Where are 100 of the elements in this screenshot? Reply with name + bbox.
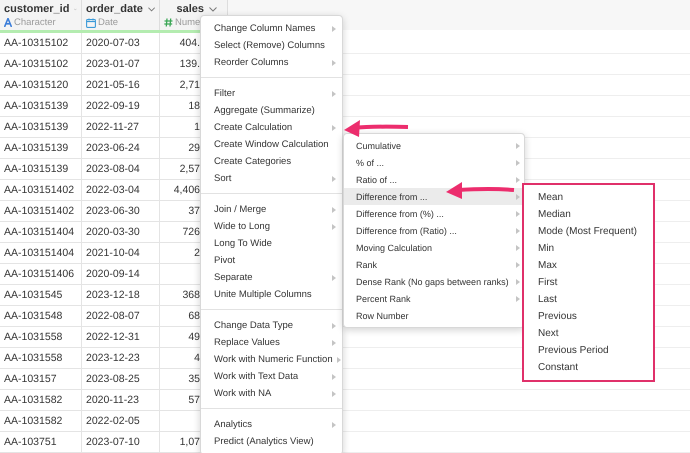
table-cell: 2,71 — [180, 79, 200, 91]
menu-item[interactable]: Median — [524, 206, 653, 223]
chevron-right-icon — [516, 244, 520, 250]
menu-item[interactable]: Unite Multiple Columns — [201, 286, 342, 303]
menu-item[interactable]: Cumulative — [344, 137, 524, 154]
calendar-icon — [86, 18, 96, 28]
table-cell: 2022-12-31 — [86, 331, 140, 343]
table-cell: 2023-06-30 — [86, 205, 140, 217]
chevron-right-icon — [516, 278, 520, 284]
menu-item[interactable]: First — [524, 274, 653, 291]
menu-item[interactable]: Separate — [201, 269, 342, 286]
menu-item[interactable]: Create Window Calculation — [201, 136, 342, 153]
table-cell: AA-1031558 — [4, 352, 62, 364]
menu-item[interactable]: Aggregate (Summarize) — [201, 102, 342, 119]
table-cell: 2023-12-23 — [86, 352, 140, 364]
menu-item[interactable]: Difference from (%) ... — [344, 205, 524, 222]
table-cell: AA-103151402 — [4, 184, 74, 196]
menu-item[interactable]: Next — [524, 325, 653, 342]
column-type: Character — [14, 17, 56, 28]
chevron-down-icon[interactable] — [148, 6, 155, 12]
table-cell: AA-103151406 — [4, 268, 74, 280]
menu-item[interactable]: Sort — [201, 170, 342, 187]
menu-item[interactable]: Difference from (Ratio) ... — [344, 222, 524, 239]
menu-item[interactable]: Constant — [524, 359, 653, 376]
menu-item[interactable]: Previous — [524, 308, 653, 325]
table-cell: AA-10315139 — [4, 121, 68, 133]
menu-item[interactable]: Join / Merge — [201, 201, 342, 218]
chevron-right-icon — [516, 160, 520, 166]
table-cell: 2022-03-04 — [86, 184, 140, 196]
table-cell: 35 — [188, 373, 200, 385]
menu-item[interactable]: Create Categories — [201, 153, 342, 170]
table-cell: AA-10315102 — [4, 37, 68, 49]
table-cell: AA-103751 — [4, 436, 57, 448]
chevron-right-icon — [516, 142, 520, 148]
column-name[interactable]: sales — [176, 3, 204, 15]
column-name[interactable]: customer_id — [4, 3, 70, 15]
table-cell: 368 — [182, 289, 200, 301]
table-cell: 2020-03-30 — [86, 226, 140, 238]
menu-item[interactable]: Create Calculation — [201, 119, 342, 136]
table-cell: 2020-11-23 — [86, 394, 139, 406]
table-cell: 2020-09-14 — [86, 268, 140, 280]
chevron-right-icon — [332, 176, 336, 182]
table-cell: 57 — [188, 394, 200, 406]
chevron-down-icon[interactable] — [209, 6, 217, 12]
menu-item[interactable]: Previous Period — [524, 342, 653, 359]
menu-item[interactable]: Work with NA — [201, 385, 342, 402]
chevron-right-icon — [516, 194, 520, 200]
chevron-right-icon — [332, 274, 336, 280]
chevron-right-icon — [332, 322, 336, 328]
table-cell: 2,57 — [180, 163, 200, 175]
pointer-arrow — [446, 182, 514, 199]
menu-item[interactable]: Rank — [344, 256, 524, 273]
column-type: Date — [98, 17, 118, 28]
menu-item[interactable]: Predict (Analytics View) — [201, 433, 342, 450]
table-cell: AA-1031548 — [4, 310, 62, 322]
table-cell: 2022-09-19 — [86, 100, 140, 112]
menu-item[interactable]: Analytics — [201, 416, 342, 433]
table-cell: AA-10315102 — [4, 58, 68, 70]
chevron-right-icon — [332, 90, 336, 96]
table-cell: 726 — [182, 226, 200, 238]
chevron-right-icon — [332, 206, 336, 212]
menu-item[interactable]: Wide to Long — [201, 218, 342, 235]
chevron-right-icon — [516, 210, 520, 216]
menu-item[interactable]: Last — [524, 291, 653, 308]
table-cell: 2023-08-04 — [86, 163, 140, 175]
menu-item[interactable]: Mode (Most Frequent) — [524, 223, 653, 240]
menu-item[interactable]: % of ... — [344, 154, 524, 171]
menu-item[interactable]: Row Number — [344, 307, 524, 324]
menu-item[interactable]: Select (Remove) Columns — [201, 37, 342, 54]
menu-item[interactable]: Pivot — [201, 252, 342, 269]
chevron-right-icon — [332, 60, 336, 66]
table-cell: 2022-11-27 — [86, 121, 139, 133]
menu-item[interactable]: Moving Calculation — [344, 239, 524, 256]
chevron-right-icon — [516, 176, 520, 182]
chevron-right-icon — [332, 124, 336, 130]
chevron-right-icon — [332, 26, 336, 32]
table-cell: 2023-12-18 — [86, 289, 140, 301]
chevron-right-icon — [332, 224, 336, 230]
table-cell: 2022-02-05 — [86, 415, 140, 427]
menu-item[interactable]: Mean — [524, 189, 653, 206]
menu-item[interactable]: Ratio of ... — [344, 171, 524, 188]
menu-item[interactable]: Max — [524, 257, 653, 274]
menu-item[interactable]: Work with Numeric Function — [201, 351, 342, 368]
table-cell: AA-10315139 — [4, 100, 68, 112]
table-cell: 18 — [188, 100, 200, 112]
menu-item[interactable]: Min — [524, 240, 653, 257]
menu-item[interactable]: Filter — [201, 85, 342, 102]
menu-item[interactable]: Long To Wide — [201, 235, 342, 252]
menu-item[interactable]: Percent Rank — [344, 290, 524, 307]
table-cell: 4,406 — [174, 184, 200, 196]
menu-item[interactable]: Change Data Type — [201, 317, 342, 334]
menu-item[interactable]: Change Column Names — [201, 20, 342, 37]
table-cell: AA-10315139 — [4, 142, 68, 154]
menu-item[interactable]: Replace Values — [201, 334, 342, 351]
table-cell: AA-103151404 — [4, 226, 74, 238]
column-name[interactable]: order_date — [86, 3, 143, 15]
menu-item[interactable]: Reorder Columns — [201, 54, 342, 71]
menu-item[interactable]: Dense Rank (No gaps between ranks) — [344, 273, 524, 290]
table-cell: AA-1031582 — [4, 415, 62, 427]
menu-item[interactable]: Work with Text Data — [201, 368, 342, 385]
